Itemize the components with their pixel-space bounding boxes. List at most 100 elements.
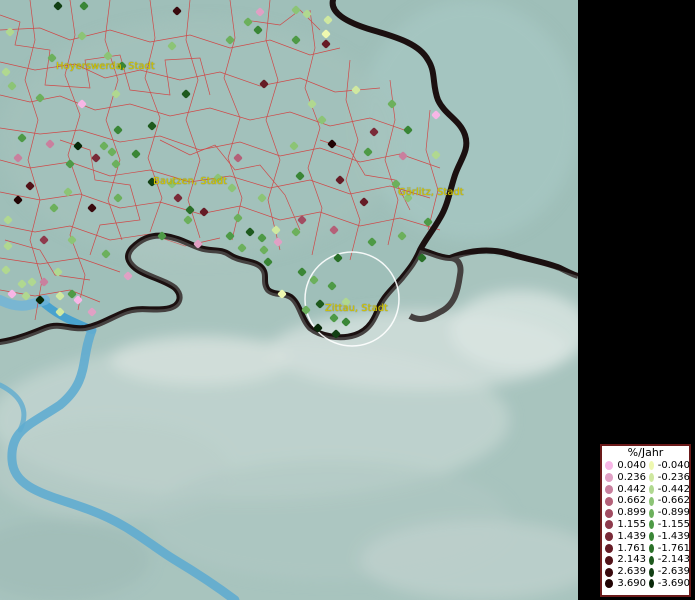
legend-entry-negative: -0.899: [646, 507, 690, 519]
station-marker[interactable]: [7, 81, 17, 91]
legend-swatch: [605, 473, 614, 483]
legend-value: 1.155: [617, 518, 646, 530]
legend-entry-positive: 1.761: [602, 543, 646, 555]
legend-entry-negative: -0.236: [646, 472, 690, 484]
legend-value: -3.690: [657, 577, 690, 589]
station-marker[interactable]: [397, 231, 407, 241]
legend-entry-positive: 2.639: [602, 566, 646, 578]
legend-swatch: [649, 473, 654, 483]
station-marker[interactable]: [123, 271, 133, 281]
legend-swatch: [605, 496, 614, 506]
station-marker[interactable]: [27, 277, 37, 287]
station-marker[interactable]: [327, 281, 337, 291]
legend-value: 0.442: [617, 483, 646, 495]
legend-entry-negative: -1.155: [646, 519, 690, 531]
legend-entry-negative: -1.439: [646, 531, 690, 543]
station-marker[interactable]: [302, 9, 312, 19]
legend-entry-negative: -1.761: [646, 543, 690, 555]
station-marker[interactable]: [79, 1, 89, 11]
legend-entry-positive: 1.439: [602, 531, 646, 543]
legend-swatch: [649, 555, 654, 565]
station-marker[interactable]: [101, 249, 111, 259]
station-marker[interactable]: [172, 6, 182, 16]
station-marker[interactable]: [3, 241, 13, 251]
station-marker[interactable]: [17, 279, 27, 289]
legend-value: 1.439: [617, 530, 646, 542]
legend-value: -1.439: [657, 530, 690, 542]
station-marker[interactable]: [323, 15, 333, 25]
legend-value: 0.899: [617, 507, 646, 519]
station-marker[interactable]: [291, 5, 301, 15]
legend-value: 0.236: [617, 471, 646, 483]
station-marker[interactable]: [67, 235, 77, 245]
legend-row: 0.236 -0.236: [602, 472, 690, 484]
legend-row: 2.639 -2.639: [602, 566, 690, 578]
legend-value: 2.143: [617, 554, 646, 566]
legend-value: 1.761: [617, 542, 646, 554]
legend-value: -0.662: [657, 495, 690, 507]
station-marker[interactable]: [315, 299, 325, 309]
legend-entry-negative: -0.040: [646, 460, 690, 472]
legend-swatch: [649, 579, 654, 589]
legend-swatch: [605, 461, 614, 471]
legend-entry-positive: 0.236: [602, 472, 646, 484]
legend-entry-negative: -2.639: [646, 566, 690, 578]
station-marker[interactable]: [1, 67, 11, 77]
legend-entry-negative: -3.690: [646, 578, 690, 590]
legend-entry-positive: 3.690: [602, 578, 646, 590]
legend-value: -0.040: [657, 460, 690, 471]
legend-swatch: [605, 555, 614, 565]
legend-entry-positive: 0.040: [602, 460, 646, 472]
legend-swatch: [649, 520, 654, 530]
legend-entry-positive: 1.155: [602, 519, 646, 531]
station-marker[interactable]: [1, 265, 11, 275]
legend-value: -2.639: [657, 566, 690, 578]
legend-swatch: [605, 543, 614, 553]
station-marker[interactable]: [77, 31, 87, 41]
station-marker[interactable]: [87, 307, 97, 317]
station-marker[interactable]: [297, 267, 307, 277]
legend-row: 0.662 -0.662: [602, 495, 690, 507]
station-marker[interactable]: [53, 267, 63, 277]
station-marker[interactable]: [21, 291, 31, 301]
legend-swatch: [605, 484, 614, 494]
legend-entry-negative: -0.442: [646, 484, 690, 496]
station-marker[interactable]: [39, 277, 49, 287]
station-marker[interactable]: [39, 235, 49, 245]
station-marker[interactable]: [263, 257, 273, 267]
legend-value: -2.143: [657, 554, 690, 566]
legend-value: 3.690: [617, 577, 646, 589]
station-marker[interactable]: [367, 237, 377, 247]
legend-row: 1.155 -1.155: [602, 519, 690, 531]
legend-row: 0.040 -0.040: [602, 460, 690, 472]
legend-swatch: [605, 520, 614, 530]
legend-row: 0.899 -0.899: [602, 507, 690, 519]
legend-swatch: [605, 532, 614, 542]
legend-swatch: [649, 496, 654, 506]
map-canvas[interactable]: [0, 0, 578, 600]
station-marker[interactable]: [5, 27, 15, 37]
legend-value: 2.639: [617, 566, 646, 578]
legend-value: -1.155: [657, 518, 690, 530]
town-label-hoyerswerda: Hoyerswerda, Stadt: [56, 61, 155, 72]
station-marker[interactable]: [73, 295, 83, 305]
legend-value: -1.761: [657, 542, 690, 554]
legend-entry-positive: 0.899: [602, 507, 646, 519]
town-label-goerlitz: Görlitz, Stadt: [398, 187, 464, 198]
legend-row: 1.439 -1.439: [602, 531, 690, 543]
legend-value: 0.662: [617, 495, 646, 507]
station-marker[interactable]: [255, 7, 265, 17]
station-marker[interactable]: [3, 215, 13, 225]
map-view[interactable]: Hoyerswerda, Stadt Bautzen, Stadt Görlit…: [0, 0, 578, 600]
legend-swatch: [605, 579, 614, 589]
foreign-territory: [0, 235, 578, 600]
legend-entry-positive: 0.662: [602, 495, 646, 507]
station-marker[interactable]: [321, 29, 331, 39]
legend-row: 0.442 -0.442: [602, 483, 690, 496]
station-marker[interactable]: [333, 253, 343, 263]
station-marker[interactable]: [7, 289, 17, 299]
station-marker[interactable]: [53, 1, 63, 11]
town-label-zittau: Zittau, Stadt: [325, 303, 388, 314]
legend-swatch: [649, 508, 654, 518]
legend-swatch: [649, 484, 654, 494]
